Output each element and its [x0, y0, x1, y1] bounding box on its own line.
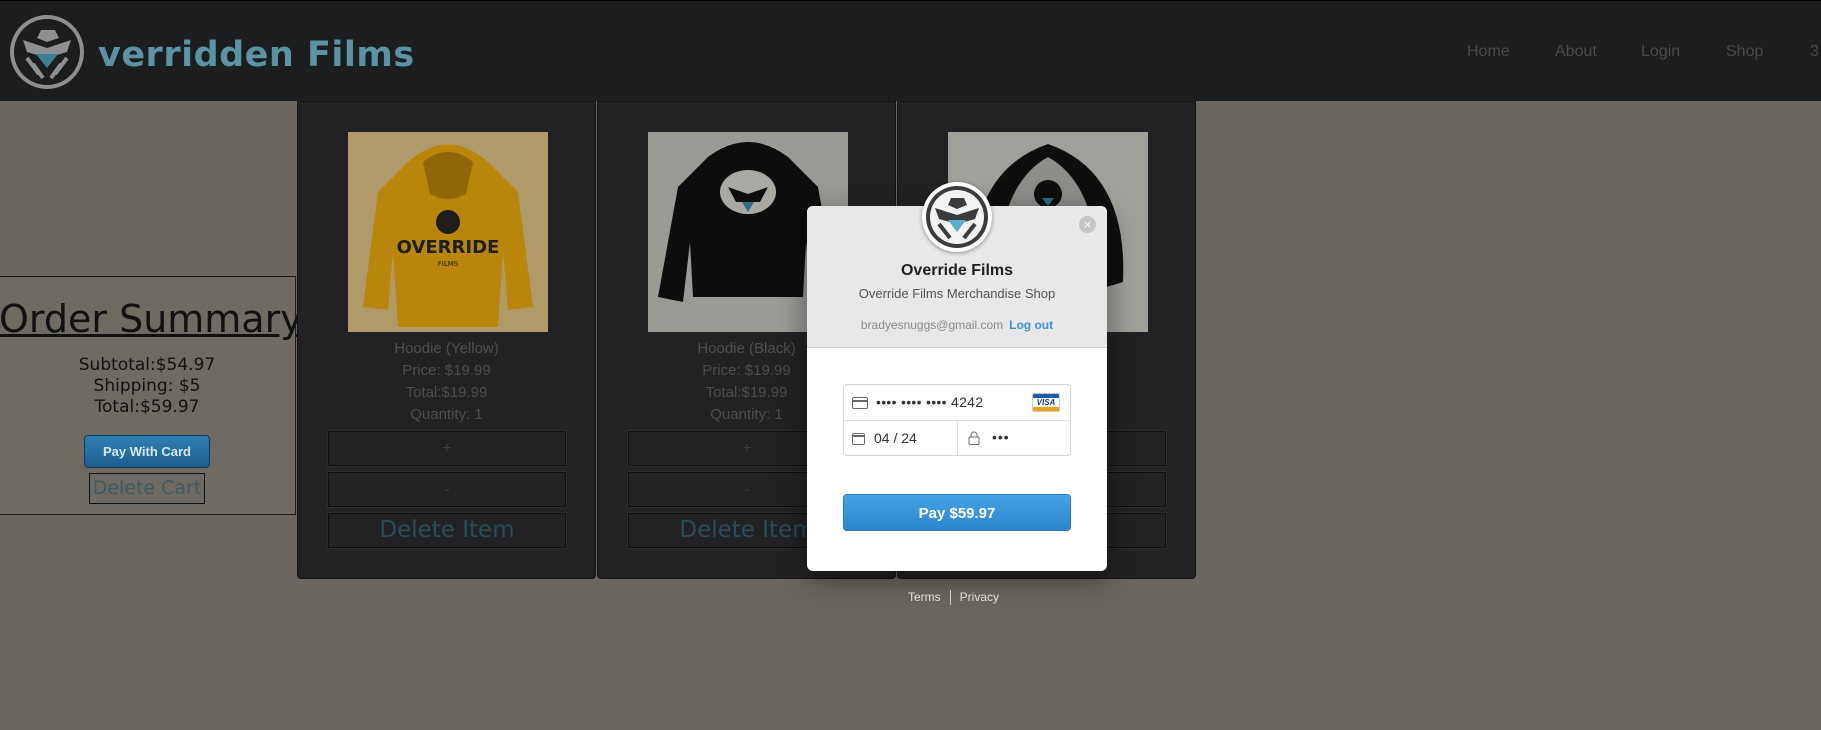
cvc-value: ••• — [992, 429, 1010, 445]
order-summary-panel: Order Summary Subtotal:$54.97 Shipping: … — [0, 276, 303, 515]
order-summary-title: Order Summary — [0, 297, 303, 341]
product-image-yellow-hoodie: OVERRIDE FILMS — [348, 132, 548, 332]
nav-login[interactable]: Login — [1641, 43, 1680, 61]
checkout-account-row: bradyesnuggs@gmail.com Log out — [807, 318, 1107, 332]
navbar: verridden Films Home About Login Shop 3 — [0, 0, 1821, 101]
hoodie-print-subtext: FILMS — [438, 260, 459, 268]
lock-icon — [968, 431, 980, 445]
pay-with-card-button[interactable]: Pay With Card — [84, 435, 210, 468]
product-price: Price: $19.99 — [402, 362, 491, 379]
card-number-value: •••• •••• •••• 4242 — [876, 394, 984, 410]
card-brand-text: VISA — [1036, 398, 1056, 407]
brand-name[interactable]: verridden Films — [98, 35, 415, 75]
pay-button[interactable]: Pay $59.97 — [843, 494, 1071, 531]
checkout-subtitle: Override Films Merchandise Shop — [858, 286, 1056, 301]
total-text: Total:$59.97 — [94, 397, 200, 417]
delete-item-button[interactable]: Delete Item — [327, 512, 567, 549]
terms-link[interactable]: Terms — [908, 590, 941, 604]
expiry-value: 04 / 24 — [874, 430, 917, 446]
expiry-field[interactable]: 04 / 24 — [844, 421, 958, 455]
product-quantity: Quantity: 1 — [410, 406, 483, 423]
close-icon[interactable]: × — [1079, 216, 1096, 233]
shop-logo-icon — [922, 182, 992, 252]
card-number-field[interactable]: •••• •••• •••• 4242 VISA — [844, 385, 1070, 421]
visa-icon: VISA — [1032, 393, 1060, 412]
checkout-title: Override Films — [900, 262, 1014, 279]
yellow-hoodie-image: OVERRIDE FILMS — [348, 132, 548, 332]
eagle-logo-icon[interactable] — [9, 14, 85, 90]
nav-shop[interactable]: Shop — [1726, 43, 1763, 61]
nav-cart-count[interactable]: 3 — [1810, 43, 1819, 61]
logout-link[interactable]: Log out — [1009, 318, 1053, 332]
hoodie-print-text: OVERRIDE — [397, 237, 500, 258]
checkout-modal: × Override Films Override Films Merchand… — [807, 206, 1107, 571]
calendar-icon — [852, 433, 865, 445]
cvc-field[interactable]: ••• — [958, 421, 1070, 455]
nav-about[interactable]: About — [1555, 43, 1597, 61]
product-name: Hoodie (Yellow) — [394, 340, 499, 357]
credit-card-icon — [852, 397, 868, 409]
card-details-form: •••• •••• •••• 4242 VISA 04 / 24 ••• — [843, 384, 1071, 456]
account-email: bradyesnuggs@gmail.com — [860, 318, 1004, 332]
product-total: Total:$19.99 — [405, 384, 488, 401]
footer-divider — [949, 590, 951, 606]
privacy-link[interactable]: Privacy — [960, 590, 999, 604]
nav-home[interactable]: Home — [1467, 43, 1510, 61]
checkout-footer: Terms Privacy — [908, 590, 999, 606]
product-card: OVERRIDE FILMS Hoodie (Yellow) Price: $1… — [297, 101, 596, 579]
shipping-text: Shipping: $5 — [93, 376, 201, 396]
delete-cart-button[interactable]: Delete Cart — [89, 473, 205, 504]
decrease-quantity-button[interactable]: - — [327, 471, 567, 508]
increase-quantity-button[interactable]: + — [327, 430, 567, 467]
subtotal-text: Subtotal:$54.97 — [78, 355, 216, 375]
